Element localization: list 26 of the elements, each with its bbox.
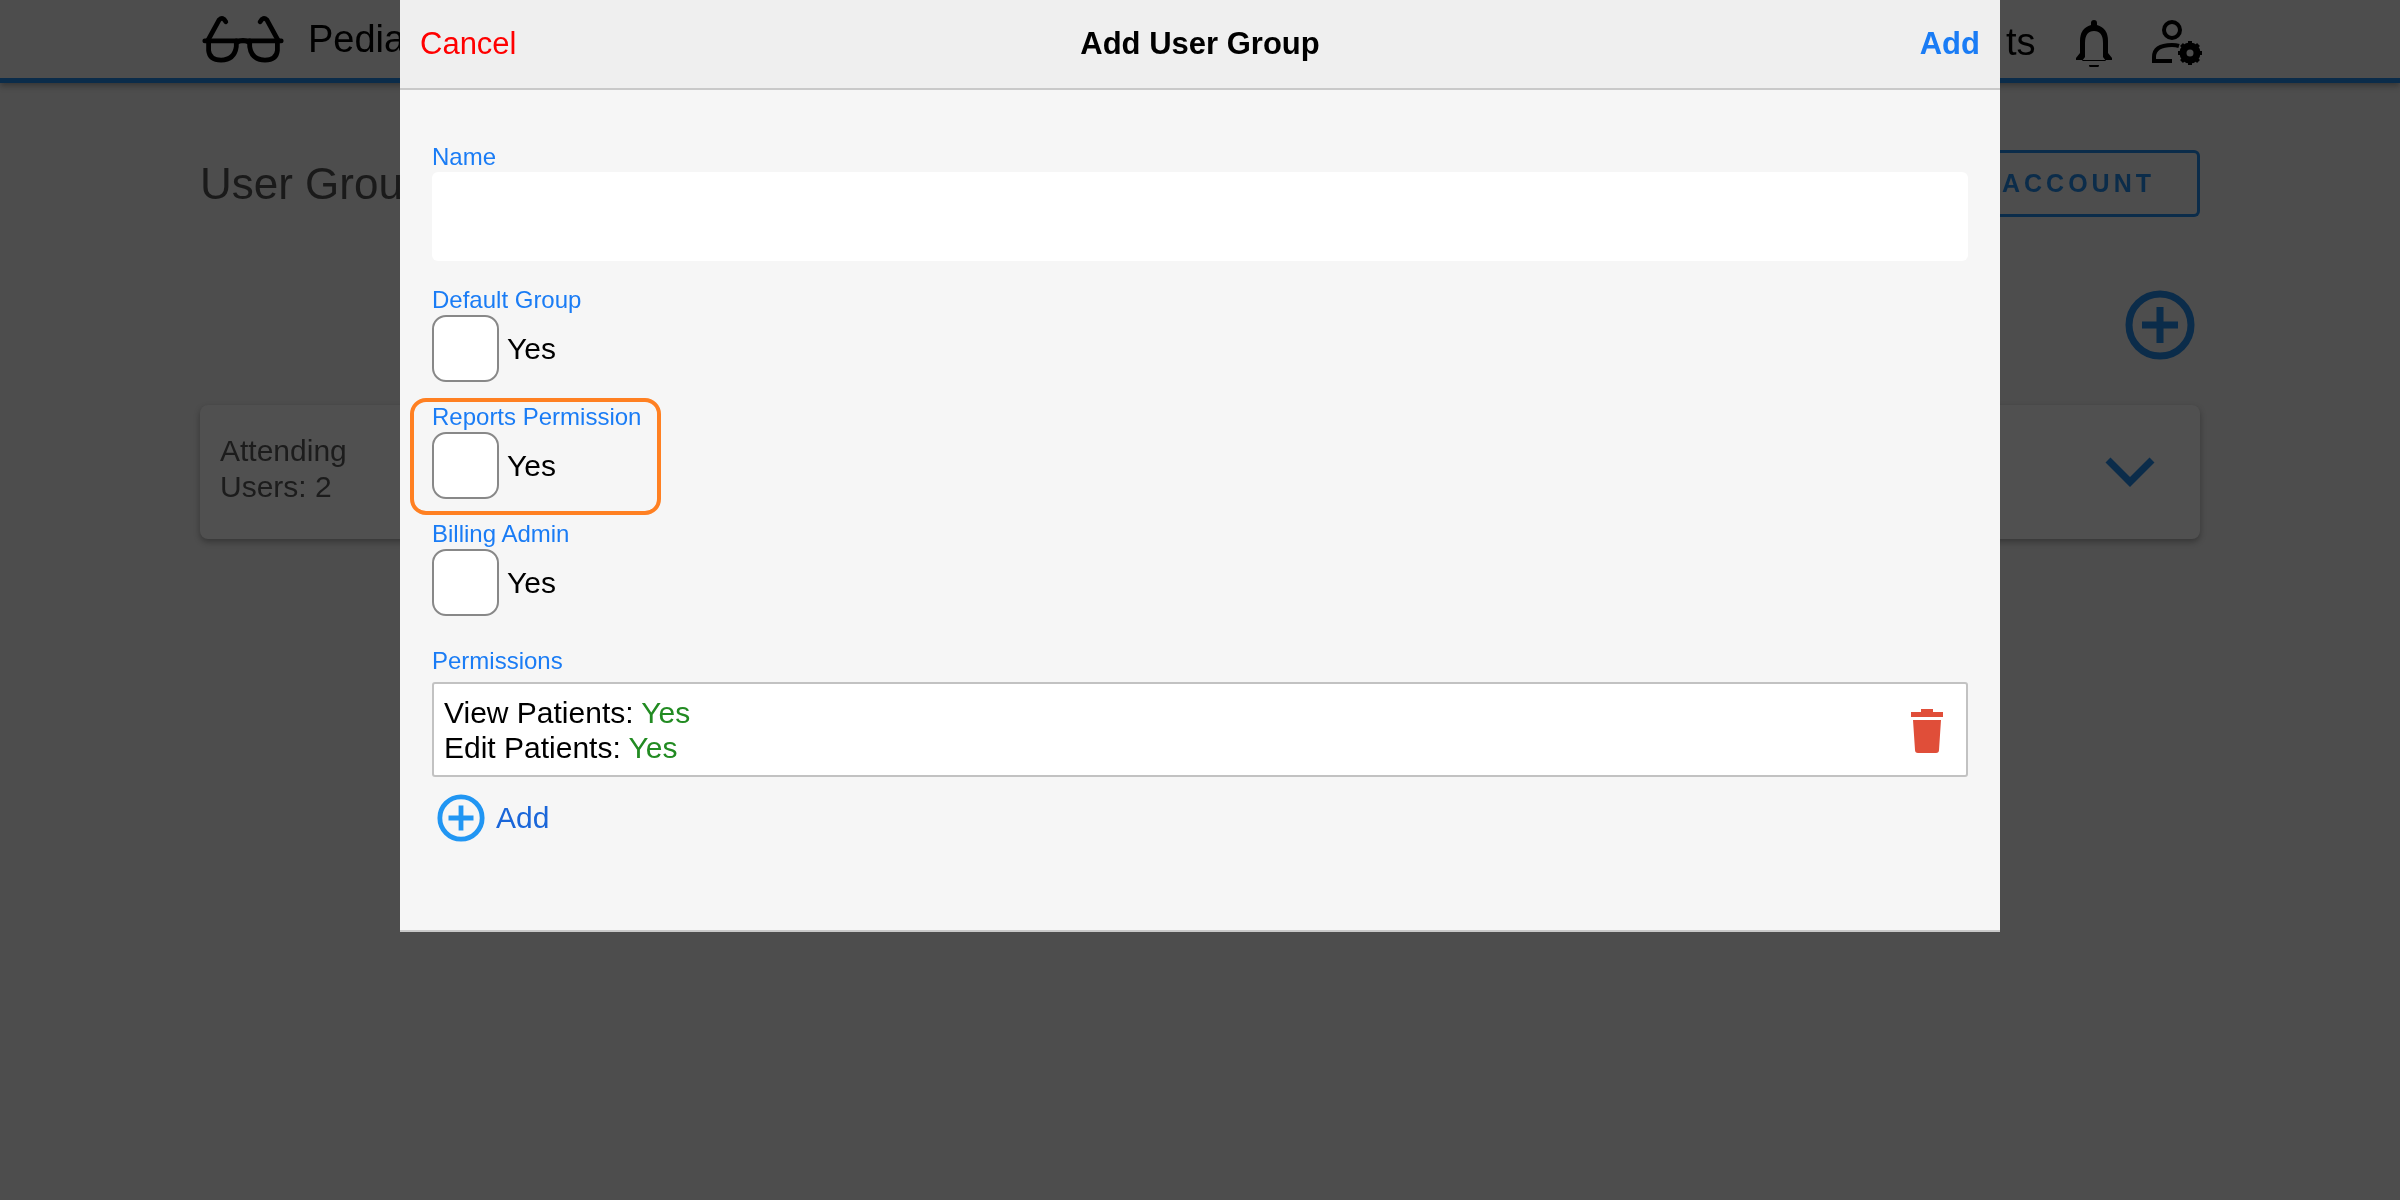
cancel-button[interactable]: Cancel: [420, 26, 517, 62]
add-button[interactable]: Add: [1919, 26, 1980, 62]
dialog-title: Add User Group: [1080, 26, 1320, 62]
field-label: Billing Admin: [432, 519, 570, 549]
checkbox-label: Yes: [507, 331, 556, 366]
field-label: Permissions: [432, 646, 564, 676]
glasses-icon: [200, 14, 286, 64]
add-circle-icon[interactable]: [2124, 289, 2196, 361]
checkbox-label: Yes: [507, 565, 556, 600]
field-label: Reports Permission: [432, 402, 642, 432]
user-settings-icon[interactable]: [2151, 19, 2204, 65]
field-label: Default Group: [432, 285, 582, 315]
bell-icon[interactable]: [2073, 17, 2114, 67]
add-permission-button[interactable]: Add: [432, 793, 550, 843]
checkbox[interactable]: [432, 549, 499, 616]
checkbox[interactable]: [432, 432, 499, 499]
plus-circle-icon: [436, 793, 486, 843]
checkbox-label: Yes: [507, 448, 556, 483]
nav-link[interactable]: ts: [2006, 20, 2036, 64]
permission-line: Edit Patients: Yes: [444, 729, 679, 765]
permission-line: View Patients: Yes: [444, 694, 691, 730]
checkbox[interactable]: [432, 315, 499, 382]
brand-name: Pedia: [308, 17, 406, 61]
field-label: Name: [432, 142, 498, 172]
trash-icon[interactable]: [1910, 706, 1944, 753]
chevron-icon[interactable]: [2104, 456, 2156, 488]
